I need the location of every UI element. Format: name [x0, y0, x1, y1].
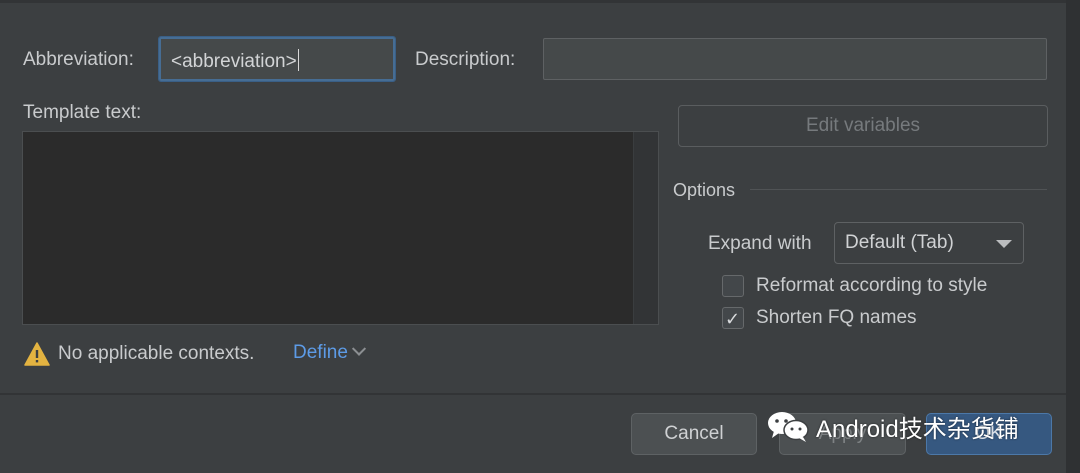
checkmark-icon: ✓ — [725, 309, 741, 329]
shorten-fq-label[interactable]: Shorten FQ names — [756, 307, 917, 329]
define-label: Define — [293, 342, 348, 363]
options-separator — [750, 189, 1047, 190]
expand-with-select[interactable]: Default (Tab) — [834, 222, 1024, 264]
dialog-top-border — [0, 0, 1080, 3]
dropdown-arrow-icon — [996, 240, 1012, 248]
no-contexts-text: No applicable contexts. — [58, 343, 255, 364]
text-caret — [297, 49, 299, 71]
edit-variables-button[interactable]: Edit variables — [678, 105, 1048, 147]
reformat-checkbox[interactable] — [722, 275, 744, 297]
shorten-fq-checkbox[interactable]: ✓ — [722, 307, 744, 329]
warning-icon — [24, 342, 50, 366]
abbreviation-input[interactable]: <abbreviation> — [158, 36, 396, 82]
template-text-label: Template text: — [23, 102, 142, 123]
wechat-icon — [768, 412, 809, 442]
expand-with-value: Default (Tab) — [845, 232, 954, 253]
description-input[interactable] — [543, 38, 1047, 80]
live-template-dialog: Abbreviation: <abbreviation> Description… — [0, 0, 1080, 473]
footer-divider — [0, 393, 1080, 395]
define-contexts-link[interactable]: Define — [293, 341, 366, 364]
cancel-button[interactable]: Cancel — [631, 413, 757, 455]
options-title: Options — [673, 180, 736, 200]
description-label: Description: — [415, 49, 516, 70]
watermark-text: Android技术杂货铺 — [816, 415, 1019, 443]
dialog-right-edge — [1066, 0, 1080, 473]
template-text-editor[interactable] — [22, 131, 659, 325]
template-scrollbar[interactable] — [633, 132, 658, 324]
chevron-down-icon — [351, 341, 366, 356]
abbreviation-label: Abbreviation: — [23, 49, 134, 70]
reformat-label[interactable]: Reformat according to style — [756, 275, 987, 297]
watermark: Android技术杂货铺 — [766, 406, 1019, 446]
expand-with-label: Expand with — [708, 233, 812, 254]
abbreviation-value: <abbreviation> — [171, 51, 297, 72]
